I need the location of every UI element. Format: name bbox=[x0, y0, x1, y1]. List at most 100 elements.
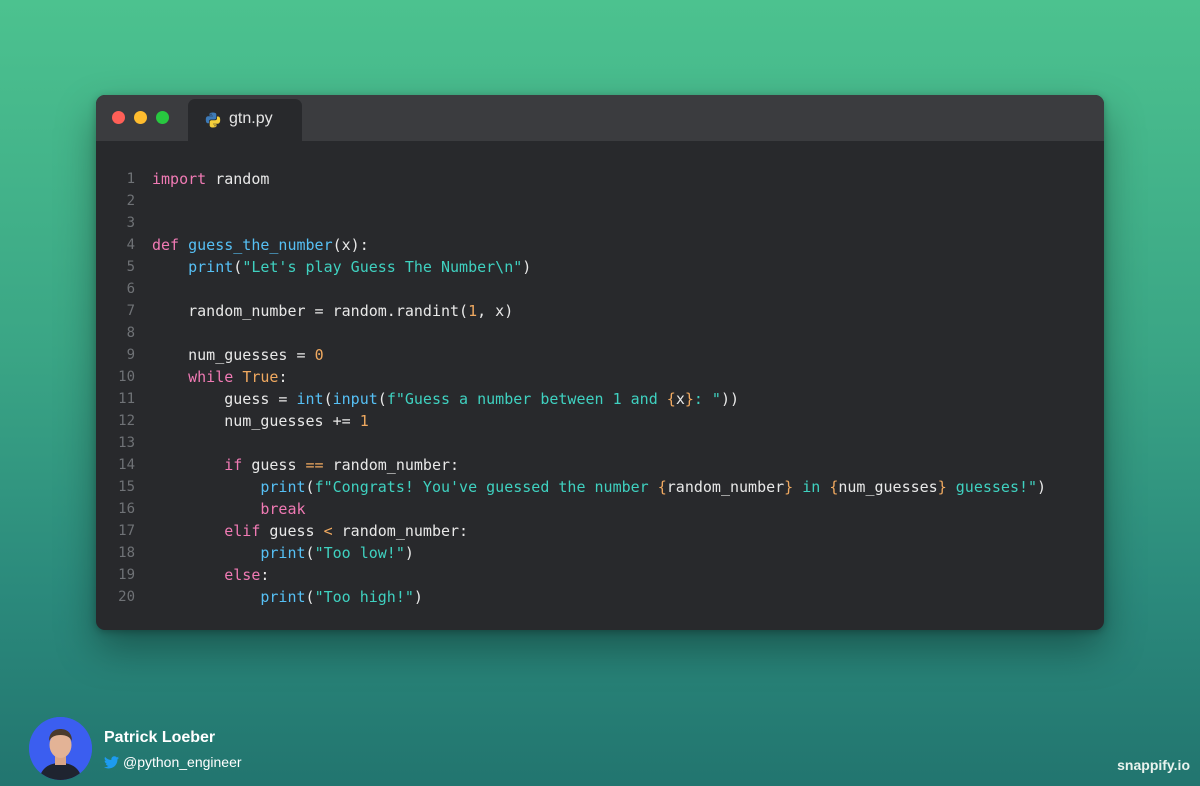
person-portrait-icon bbox=[29, 717, 92, 780]
code-token: random_number bbox=[666, 478, 785, 496]
avatar bbox=[29, 717, 92, 780]
code-editor[interactable]: 1 import random 2 3 4 def guess_the_number(x)… bbox=[96, 168, 1104, 608]
line-number: 19 bbox=[118, 567, 135, 583]
code-token: if bbox=[224, 456, 243, 474]
code-text: import random bbox=[152, 168, 269, 190]
code-token: break bbox=[260, 500, 306, 518]
line-number: 15 bbox=[118, 479, 135, 495]
line-number: 12 bbox=[118, 413, 135, 429]
code-token: guess_the_number bbox=[188, 236, 333, 254]
code-token: print bbox=[260, 588, 306, 606]
code-token: guess bbox=[242, 456, 306, 474]
code-token: guess bbox=[260, 522, 324, 540]
code-line: 16 break bbox=[96, 498, 1104, 520]
line-number: 8 bbox=[126, 325, 135, 341]
code-line: 12 num_guesses += 1 bbox=[96, 410, 1104, 432]
code-token: : " bbox=[693, 390, 721, 408]
author-handle[interactable]: @python_engineer bbox=[123, 754, 242, 770]
minimize-window-button[interactable] bbox=[134, 111, 147, 124]
code-token: elif bbox=[224, 522, 261, 540]
code-token: < bbox=[323, 522, 333, 540]
code-token: "Too low!" bbox=[314, 544, 405, 562]
line-number: 20 bbox=[118, 589, 135, 605]
code-token: ( bbox=[305, 478, 315, 496]
code-token: 0 bbox=[314, 346, 324, 364]
line-number: 2 bbox=[126, 193, 135, 209]
code-token: , x) bbox=[477, 302, 514, 320]
code-line: 4 def guess_the_number(x): bbox=[96, 234, 1104, 256]
line-number: 10 bbox=[118, 369, 135, 385]
code-text: num_guesses += 1 bbox=[152, 410, 369, 432]
code-token: while bbox=[188, 368, 234, 386]
line-number: 4 bbox=[126, 237, 135, 253]
code-token: 1 bbox=[468, 302, 478, 320]
code-token: )) bbox=[720, 390, 740, 408]
code-token: int bbox=[296, 390, 324, 408]
code-token: ) bbox=[404, 544, 414, 562]
code-token: print bbox=[188, 258, 234, 276]
close-window-button[interactable] bbox=[112, 111, 125, 124]
code-token: num_guesses bbox=[838, 478, 938, 496]
code-token: guesses!" bbox=[946, 478, 1038, 496]
title-bar: gtn.py bbox=[96, 95, 1104, 141]
code-line: 11 guess = int(input(f"Guess a number be… bbox=[96, 388, 1104, 410]
code-token: ( bbox=[305, 544, 315, 562]
code-line: 17 elif guess < random_number: bbox=[96, 520, 1104, 542]
code-token: { bbox=[666, 390, 676, 408]
code-line: 14 if guess == random_number: bbox=[96, 454, 1104, 476]
code-token: random_number: bbox=[332, 522, 469, 540]
code-token: ) bbox=[522, 258, 532, 276]
code-token: : bbox=[260, 566, 270, 584]
tab-gtn-py[interactable]: gtn.py bbox=[188, 99, 302, 141]
code-token: } bbox=[937, 478, 947, 496]
code-token: } bbox=[784, 478, 794, 496]
code-token: ( bbox=[305, 588, 315, 606]
code-text: print("Too low!") bbox=[152, 542, 414, 564]
code-line: 10 while True: bbox=[96, 366, 1104, 388]
brand-watermark: snappify.io bbox=[1117, 757, 1190, 773]
code-token: ) bbox=[413, 588, 423, 606]
code-token: "Let's play Guess The Number\n" bbox=[242, 258, 523, 276]
line-number: 9 bbox=[126, 347, 135, 363]
code-token: import bbox=[152, 170, 207, 188]
code-text: break bbox=[152, 498, 306, 520]
code-text: random_number = random.randint(1, x) bbox=[152, 300, 513, 322]
code-text: def guess_the_number(x): bbox=[152, 234, 369, 256]
line-number: 16 bbox=[118, 501, 135, 517]
python-icon bbox=[205, 112, 221, 128]
code-token: guess = bbox=[152, 390, 297, 408]
code-line: 7 random_number = random.randint(1, x) bbox=[96, 300, 1104, 322]
code-line: 15 print(f"Congrats! You've guessed the … bbox=[96, 476, 1104, 498]
line-number: 11 bbox=[118, 391, 135, 407]
code-token: ) bbox=[1037, 478, 1047, 496]
code-text: while True: bbox=[152, 366, 287, 388]
code-token: { bbox=[657, 478, 667, 496]
code-line: 2 bbox=[96, 190, 1104, 212]
line-number: 1 bbox=[126, 171, 135, 187]
code-token: num_guesses = bbox=[152, 346, 315, 364]
code-token: in bbox=[793, 478, 830, 496]
code-token: input bbox=[332, 390, 378, 408]
line-number: 6 bbox=[126, 281, 135, 297]
code-token: print bbox=[260, 478, 306, 496]
code-token: f"Guess a number between 1 and bbox=[386, 390, 667, 408]
line-number: 7 bbox=[126, 303, 135, 319]
tab-label: gtn.py bbox=[229, 110, 273, 127]
maximize-window-button[interactable] bbox=[156, 111, 169, 124]
code-window: gtn.py 1 import random 2 3 4 def guess_the_nu… bbox=[96, 95, 1104, 630]
code-token: == bbox=[305, 456, 324, 474]
code-text: else: bbox=[152, 564, 269, 586]
code-text: num_guesses = 0 bbox=[152, 344, 324, 366]
code-token: x bbox=[675, 390, 685, 408]
code-token: ( bbox=[233, 258, 243, 276]
line-number: 5 bbox=[126, 259, 135, 275]
